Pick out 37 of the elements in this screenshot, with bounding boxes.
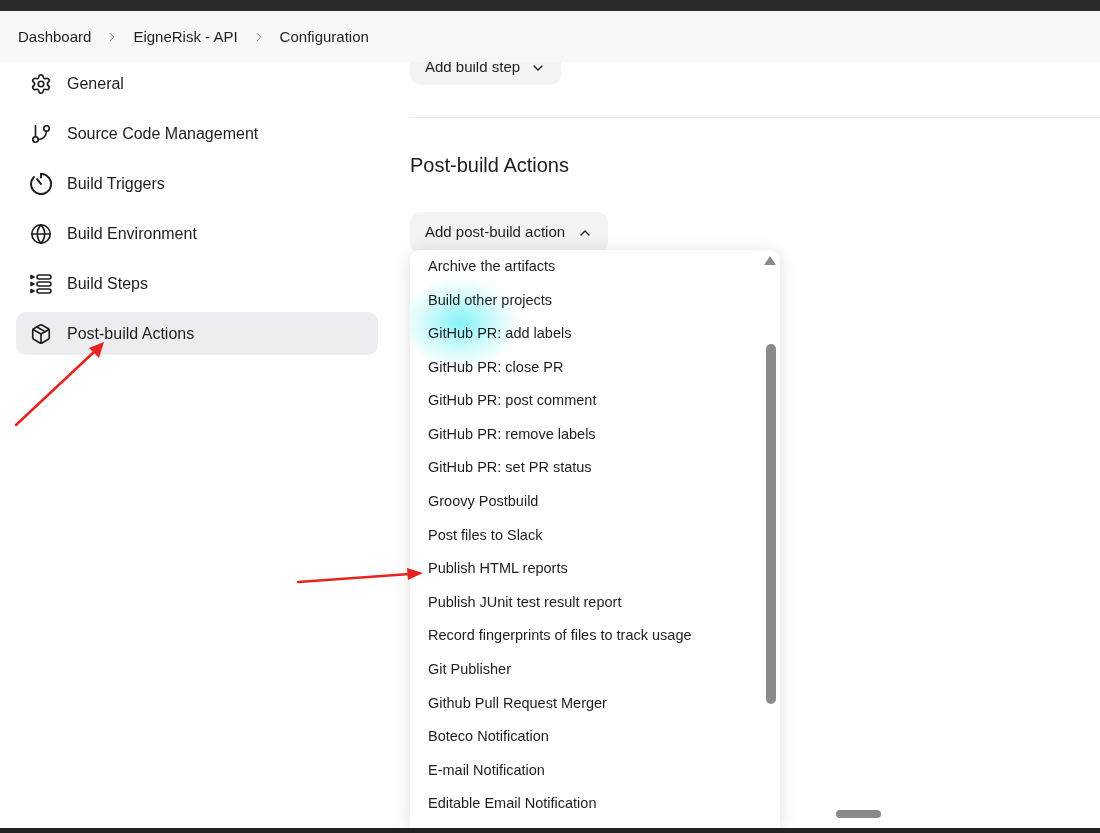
menu-item[interactable]: Editable Email Notification: [428, 787, 597, 822]
menu-item[interactable]: Git Publisher: [428, 653, 511, 687]
menu-item[interactable]: Record fingerprints of files to track usage: [428, 619, 692, 654]
menu-item[interactable]: Groovy Postbuild: [428, 485, 539, 519]
menu-item[interactable]: Post files to Slack: [428, 518, 543, 553]
list-icon: [30, 272, 52, 295]
menu-item[interactable]: E-mail Notification: [428, 753, 545, 788]
menu-item[interactable]: GitHub PR: add labels: [428, 317, 572, 351]
sidebar-item[interactable]: Build Steps: [16, 262, 378, 305]
menu-item[interactable]: Github Pull Request Merger: [428, 686, 607, 721]
breadcrumb-link[interactable]: Configuration: [279, 26, 369, 47]
scroll-up-arrow-icon: [764, 256, 776, 265]
sidebar-item[interactable]: General: [16, 62, 378, 105]
breadcrumb-link[interactable]: EigneRisk - API: [133, 26, 238, 47]
sidebar-item[interactable]: Build Triggers: [16, 162, 378, 205]
sidebar-item[interactable]: Build Environment: [16, 212, 378, 255]
stopwatch-icon: [30, 172, 52, 195]
add-build-step-button[interactable]: Add build step: [410, 62, 562, 85]
git-branch-icon: [30, 122, 52, 145]
menu-item[interactable]: Boteco Notification: [428, 720, 549, 754]
scrollbar-thumb: [836, 810, 881, 818]
menu-item[interactable]: GitHub PR: post comment: [428, 384, 597, 418]
settings-icon: [30, 72, 52, 95]
sidebar-item[interactable]: Source Code Management: [16, 112, 378, 155]
globe-icon: [30, 222, 52, 245]
menu-item[interactable]: GitHub PR: remove labels: [428, 417, 596, 452]
sidebar-item[interactable]: Post-build Actions: [16, 312, 378, 355]
breadcrumb-link[interactable]: Dashboard: [18, 26, 92, 47]
section-heading: Post-build Actions: [410, 153, 569, 178]
menu-item[interactable]: GitHub PR: close PR: [428, 350, 564, 385]
menu-item[interactable]: Archive the artifacts: [428, 250, 556, 284]
package-icon: [30, 322, 52, 345]
menu-item[interactable]: Publish JUnit test result report: [428, 585, 622, 620]
menu-item[interactable]: GitHub PR: set PR status: [428, 451, 592, 486]
add-post-build-action-button[interactable]: Add post-build action: [410, 212, 609, 253]
menu-item[interactable]: Publish HTML reports: [428, 552, 568, 586]
menu-item[interactable]: Build other projects: [428, 283, 553, 318]
